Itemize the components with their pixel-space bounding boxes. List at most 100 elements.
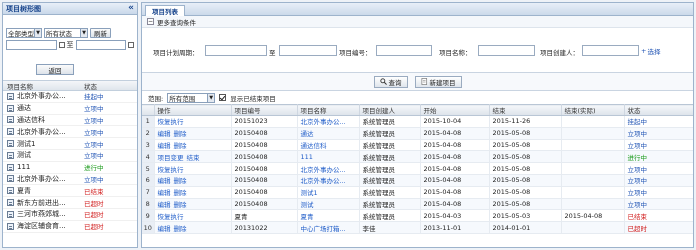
scope-label: 范围:: [148, 94, 164, 103]
tree-item[interactable]: 测试1 立项中: [3, 138, 137, 150]
row-action-link[interactable]: 删除: [174, 201, 187, 209]
table-row[interactable]: 5 恢复执行 20150408 北京外事办公... 系统管理员 2015-04-08 201…: [142, 162, 693, 175]
scope-select[interactable]: 所有范围 ▼: [167, 92, 216, 103]
col-header[interactable]: 结束(实际): [561, 104, 625, 116]
row-action-link[interactable]: 编辑: [158, 189, 171, 197]
table-row[interactable]: 4 项目变更 结束 20150408 111 系统管理员 2015-04-08 2015-05…: [142, 150, 693, 164]
back-button[interactable]: 返回: [36, 64, 74, 75]
creator-input[interactable]: [582, 45, 639, 56]
row-action-link[interactable]: 编辑: [158, 225, 171, 233]
tree-item[interactable]: 测试 立项中: [3, 150, 137, 162]
tab-project-list[interactable]: 项目列表: [145, 5, 185, 16]
tree-item[interactable]: 夏青 已结束: [3, 185, 137, 198]
row-action-link[interactable]: 删除: [174, 142, 187, 150]
row-action-link[interactable]: 编辑: [158, 177, 171, 185]
start-date-input[interactable]: [6, 40, 57, 50]
show-finished-checkbox[interactable]: [219, 94, 227, 101]
cell-project-name-link[interactable]: 测试: [297, 198, 360, 211]
table-row[interactable]: 9 恢复执行 夏青 夏青 系统管理员 2015-04-03 2015-05-03 2015-0…: [142, 209, 693, 223]
select-label: 选择: [647, 48, 661, 56]
period-end-input[interactable]: [279, 45, 337, 56]
cell-project-name-link[interactable]: 中心广场打箱...: [297, 221, 360, 234]
type-select[interactable]: 全部类型 ▼: [6, 28, 42, 38]
cell-start: 2015-04-08: [420, 139, 490, 152]
row-action-link[interactable]: 删除: [174, 130, 187, 138]
cell-project-name-link[interactable]: 北京外事办公...: [297, 174, 360, 187]
table-row[interactable]: 10 编辑 删除 20131022 中心广场打箱... 李佳 2013-11-01 2014-…: [142, 221, 693, 234]
cell-status: 已结束: [624, 209, 693, 223]
row-action-link[interactable]: 删除: [174, 177, 187, 185]
table-row[interactable]: 6 编辑 删除 20150408 北京外事办公... 系统管理员 2015-04-08 201…: [142, 174, 693, 187]
search-form: 项目计划周期： 至 项目编号： 项目名称： 项目创建人： + 选择: [142, 28, 693, 73]
row-action-link[interactable]: 编辑: [158, 130, 171, 138]
select-creator-link[interactable]: + 选择: [641, 46, 660, 56]
tree-item-status: 立项中: [84, 116, 104, 125]
table-row[interactable]: 1 恢复执行 20151023 北京外事办公... 系统管理员 2015-10-04 201…: [142, 115, 693, 128]
cell-project-name-link[interactable]: 通达: [297, 127, 360, 140]
col-header[interactable]: 状态: [624, 104, 693, 116]
row-action-link[interactable]: 删除: [174, 225, 187, 233]
new-project-button[interactable]: 新建项目: [414, 75, 462, 88]
period-start-input[interactable]: [205, 45, 267, 56]
cell-project-name-link[interactable]: 北京外事办公...: [297, 115, 360, 128]
col-header[interactable]: 项目名称: [297, 104, 360, 116]
tree-item[interactable]: 通达 立项中: [3, 103, 137, 115]
col-header[interactable]: 项目创建人: [359, 104, 421, 116]
document-icon: [7, 199, 14, 207]
cell-creator: 系统管理员: [359, 139, 421, 152]
cell-project-name-link[interactable]: 通达信科: [297, 139, 360, 152]
row-action-link[interactable]: 恢复执行: [158, 118, 184, 126]
row-action-link[interactable]: 编辑: [158, 142, 171, 150]
cell-start: 2013-11-01: [420, 221, 490, 234]
cell-start: 2015-04-08: [420, 150, 490, 164]
search-icon: [379, 78, 387, 85]
document-icon: [7, 128, 14, 136]
cell-actual-end: [561, 198, 625, 211]
col-header[interactable]: 项目编号: [231, 104, 298, 116]
tree-item[interactable]: 北京外事办公... 立项中: [3, 126, 137, 139]
calendar-icon[interactable]: [58, 42, 65, 48]
project-code-input[interactable]: [376, 45, 432, 56]
new-project-label: 新建项目: [429, 78, 456, 87]
col-header[interactable]: 开始: [420, 104, 490, 116]
cell-project-name-link[interactable]: 北京外事办公...: [297, 162, 360, 175]
query-button[interactable]: 查询: [373, 75, 408, 88]
refresh-button[interactable]: 刷新: [90, 28, 111, 38]
tree-item[interactable]: 三河市燕郊城... 已超时: [3, 209, 137, 221]
cell-end: 2015-05-08: [489, 139, 562, 152]
tree-item-status: 立项中: [84, 175, 104, 184]
cell-actual-end: [561, 174, 625, 187]
col-header[interactable]: 操作: [154, 104, 232, 116]
table-row[interactable]: 3 编辑 删除 20150408 通达信科 系统管理员 2015-04-08 2015-05-…: [142, 139, 693, 152]
tree-item-name: 北京外事办公...: [17, 174, 66, 183]
tree-item[interactable]: 通达信科 立项中: [3, 115, 137, 127]
col-header[interactable]: 结束: [489, 104, 562, 116]
cell-project-name-link[interactable]: 111: [297, 150, 360, 164]
tree-item[interactable]: 111 进行中: [3, 162, 137, 174]
row-action-link[interactable]: 编辑: [158, 201, 171, 209]
table-row[interactable]: 2 编辑 删除 20150408 通达 系统管理员 2015-04-08 2015-05-08…: [142, 127, 693, 140]
double-chevron-left-icon[interactable]: «: [128, 4, 134, 13]
row-action-link[interactable]: 结束: [187, 154, 200, 162]
row-actions: 编辑 删除: [154, 127, 232, 140]
tree-item[interactable]: 北京外事办公... 挂起中: [3, 91, 137, 103]
tree-item[interactable]: 海淀区辅食育... 已超时: [3, 221, 137, 233]
tree-item[interactable]: 北京外事办公... 立项中: [3, 174, 137, 186]
calendar-icon[interactable]: [128, 42, 134, 48]
cell-status: 立项中: [624, 186, 693, 199]
tree-item[interactable]: 新东方前进出... 已超时: [3, 197, 137, 209]
cell-start: 2015-10-04: [420, 115, 490, 128]
cell-project-name-link[interactable]: 测试1: [297, 186, 360, 199]
row-action-link[interactable]: 恢复执行: [158, 213, 184, 221]
row-action-link[interactable]: 删除: [174, 189, 187, 197]
cell-project-name-link[interactable]: 夏青: [297, 209, 360, 223]
project-name-input[interactable]: [478, 45, 535, 56]
more-conditions-toggle[interactable]: − 更多查询条件: [142, 16, 693, 28]
row-action-link[interactable]: 项目变更: [158, 154, 184, 162]
scope-row: 范围: 所有范围 ▼ 显示已结束项目: [142, 91, 693, 104]
end-date-input[interactable]: [75, 40, 127, 50]
status-select[interactable]: 所有状态 ▼: [44, 28, 88, 38]
table-row[interactable]: 8 编辑 删除 20150408 测试 系统管理员 2015-04-08 2015-05-08…: [142, 198, 693, 211]
row-action-link[interactable]: 恢复执行: [158, 166, 184, 174]
table-row[interactable]: 7 编辑 删除 20150408 测试1 系统管理员 2015-04-08 2015-05-0…: [142, 186, 693, 199]
